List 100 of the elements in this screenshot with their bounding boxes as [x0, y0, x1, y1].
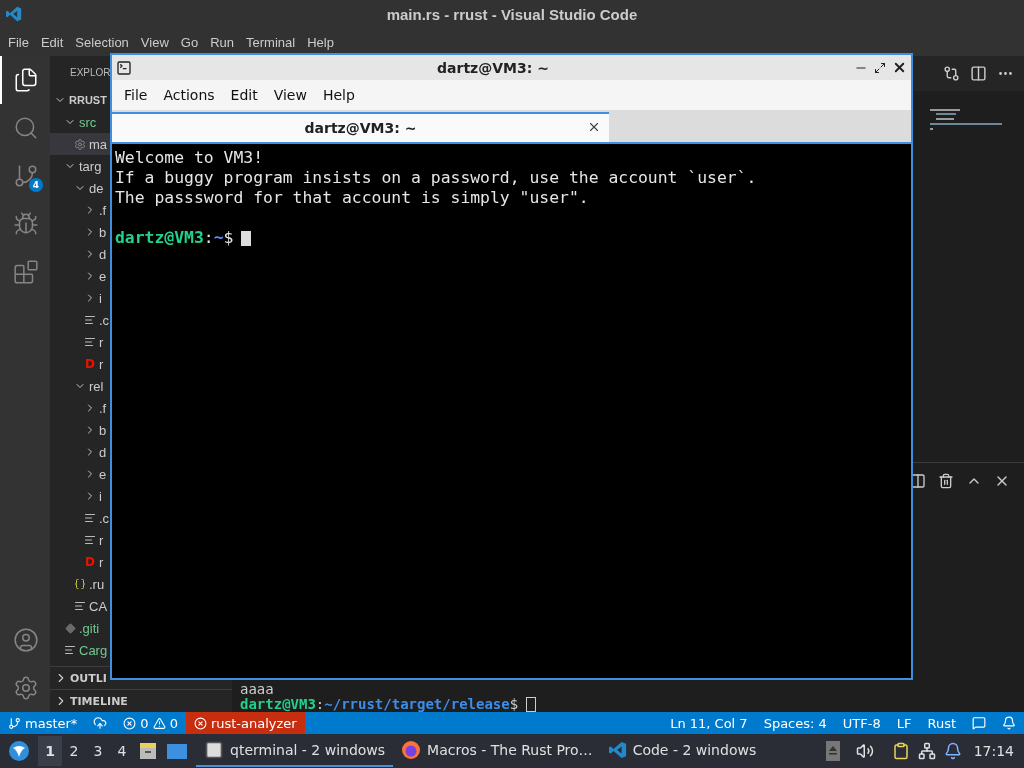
tree-item[interactable]: e [50, 463, 110, 485]
menu-item[interactable]: File [2, 34, 35, 50]
section-header[interactable]: OUTLI [50, 667, 107, 689]
menu-item[interactable]: Run [204, 34, 240, 50]
tree-item[interactable]: i [50, 287, 110, 309]
settings-icon [13, 675, 39, 701]
menu-item[interactable]: View [134, 34, 175, 50]
tree-item[interactable]: ma [50, 133, 110, 155]
clipboard-icon[interactable] [891, 742, 910, 760]
workspace-button[interactable]: 4 [110, 736, 134, 766]
status-item[interactable]: LF [888, 712, 920, 734]
terminal-tab[interactable]: dartz@VM3: ~ [112, 112, 609, 142]
trash-icon[interactable] [938, 472, 954, 489]
status-item[interactable]: UTF-8 [834, 712, 889, 734]
notification-icon[interactable] [943, 742, 962, 760]
window-title: dartz@VM3: ~ [436, 59, 550, 76]
file-cabinet-icon[interactable] [138, 741, 158, 761]
tree-item[interactable]: .giti [50, 617, 110, 639]
search-icon [13, 115, 39, 141]
lines-icon [84, 512, 96, 524]
d-icon: D [85, 555, 95, 569]
close-icon[interactable] [587, 120, 601, 134]
menu-item[interactable]: Go [174, 34, 205, 50]
tree-item[interactable]: b [50, 419, 110, 441]
tree-item[interactable]: de [50, 177, 110, 199]
bug-icon [13, 211, 39, 237]
gear-icon [74, 137, 86, 151]
section-header[interactable]: TIMELINE [50, 690, 128, 712]
tree-item[interactable]: src [50, 111, 110, 133]
branch-icon [8, 716, 21, 730]
menu-item[interactable]: View [265, 87, 315, 103]
tree-item[interactable]: RRUST [50, 89, 110, 111]
warning-icon [152, 716, 166, 730]
status-item[interactable]: Ln 11, Col 7 [662, 712, 756, 734]
problems-status[interactable]: 0 0 [115, 712, 186, 734]
menu-item[interactable]: Terminal [240, 34, 302, 50]
taskbar-task[interactable]: Macros - The Rust Pro… [393, 735, 601, 767]
terminal-icon [116, 59, 132, 76]
cloud-upload-icon [93, 716, 108, 730]
terminal-line: Welcome to VM3! [115, 148, 265, 168]
status-item[interactable]: Rust [919, 712, 964, 734]
workspace-button[interactable]: 1 [38, 736, 62, 766]
files-icon [13, 67, 39, 93]
tree-item[interactable]: .f [50, 199, 110, 221]
tree-item[interactable]: CA [50, 595, 110, 617]
menu-item[interactable]: Help [314, 87, 363, 103]
tree-item[interactable]: D r [50, 353, 110, 375]
close-icon[interactable] [892, 60, 907, 75]
compare-icon[interactable] [943, 65, 960, 82]
menu-item[interactable]: Edit [222, 87, 266, 103]
menu-item[interactable]: Help [301, 34, 340, 50]
tree-item[interactable]: .ru [50, 573, 110, 595]
terminal-prompt: dartz@VM3:~/rrust/target/release$ [240, 697, 1024, 712]
tree-item[interactable]: r [50, 529, 110, 551]
eject-icon[interactable] [825, 741, 840, 761]
feedback-icon [972, 716, 986, 730]
window-title: main.rs - rrust - Visual Studio Code [386, 5, 638, 23]
desktop-icon[interactable] [166, 741, 188, 761]
split-editor-icon[interactable] [970, 65, 987, 82]
tree-item[interactable]: D r [50, 551, 110, 573]
cursor [241, 230, 252, 246]
start-menu-icon[interactable] [8, 740, 30, 762]
tree-item[interactable]: .c [50, 507, 110, 529]
tree-item[interactable]: .f [50, 397, 110, 419]
lines-icon [84, 534, 96, 546]
tree-item[interactable]: e [50, 265, 110, 287]
blocks-icon [13, 259, 39, 285]
volume-icon[interactable] [855, 742, 874, 760]
bell-icon [1002, 716, 1016, 730]
tree-item[interactable]: r [50, 331, 110, 353]
sidebar-title: EXPLOR [70, 67, 111, 78]
tree-item[interactable]: d [50, 243, 110, 265]
clock: 17:14 [973, 743, 1014, 759]
menu-item[interactable]: Selection [69, 34, 135, 50]
lines-icon [74, 600, 86, 612]
status-item[interactable]: Spaces: 4 [755, 712, 835, 734]
maximize-icon[interactable] [874, 61, 886, 74]
terminal-line: If a buggy program insists on a password, use the account `user`. [115, 168, 758, 188]
menu-item[interactable]: Actions [155, 87, 223, 103]
branch-status[interactable]: master* [0, 712, 86, 734]
tree-item[interactable]: .c [50, 309, 110, 331]
tree-item[interactable]: targ [50, 155, 110, 177]
tree-item[interactable]: i [50, 485, 110, 507]
tree-item[interactable]: b [50, 221, 110, 243]
taskbar-task[interactable]: qterminal - 2 windows [196, 735, 394, 767]
d-icon: D [85, 357, 95, 371]
split-terminal-icon[interactable] [910, 472, 926, 489]
tree-item[interactable]: Carg [50, 639, 110, 661]
network-icon[interactable] [917, 742, 936, 760]
activity-button[interactable]: 4 [0, 152, 50, 200]
workspace-button[interactable]: 2 [62, 736, 86, 766]
tree-item[interactable]: d [50, 441, 110, 463]
taskbar-task[interactable]: Code - 2 windows [600, 735, 765, 767]
menu-item[interactable]: File [116, 87, 156, 103]
terminal-line: aaaa [240, 682, 275, 697]
diamond-icon [64, 622, 76, 634]
language-server-status[interactable]: rust-analyzer [185, 712, 305, 734]
menu-item[interactable]: Edit [34, 34, 70, 50]
workspace-button[interactable]: 3 [86, 736, 110, 766]
tree-item[interactable]: rel [50, 375, 110, 397]
